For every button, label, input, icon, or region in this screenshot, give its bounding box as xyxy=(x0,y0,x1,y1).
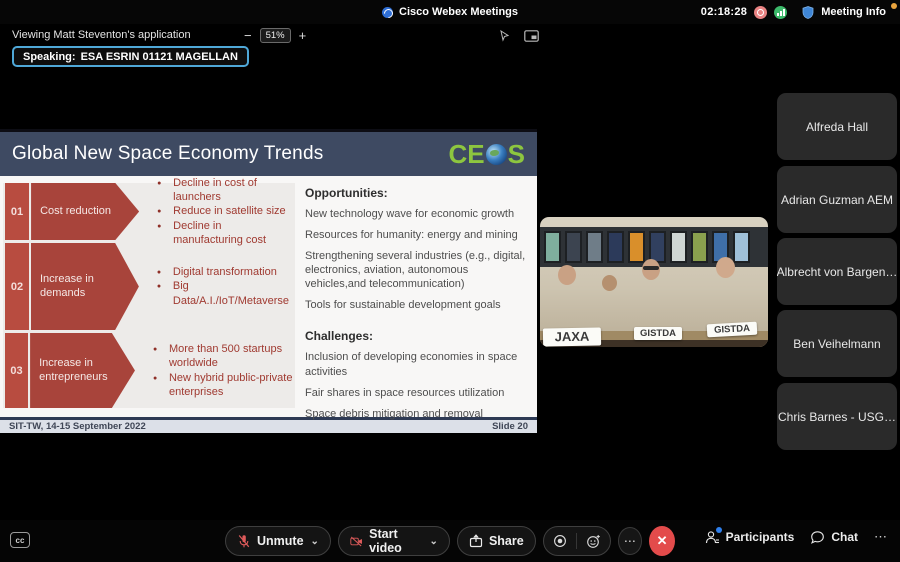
ceos-logo-s: S xyxy=(508,141,525,167)
slide-title: Global New Space Economy Trends xyxy=(12,143,323,165)
viewing-status-label: Viewing Matt Steventon's application xyxy=(12,29,191,41)
record-reactions-group xyxy=(543,526,611,556)
webex-logo-icon xyxy=(382,7,393,18)
challenges-heading: Challenges: xyxy=(305,329,527,343)
meeting-info-button[interactable]: Meeting Info xyxy=(821,6,886,18)
speaker-name: ESA ESRIN 01121 MAGELLAN xyxy=(81,51,238,63)
opportunity-item: Tools for sustainable development goals xyxy=(305,298,527,312)
speaking-label: Speaking: xyxy=(23,51,76,63)
meeting-timer: 02:18:28 xyxy=(701,6,747,18)
active-speaker-indicator: Speaking: ESA ESRIN 01121 MAGELLAN xyxy=(12,46,249,67)
row-number: 01 xyxy=(5,183,29,240)
challenge-item: Space debris mitigation and removal xyxy=(305,407,527,421)
zoom-out-button[interactable]: − xyxy=(244,28,252,43)
chat-icon xyxy=(810,530,825,545)
row-bullets: More than 500 startups worldwide New hyb… xyxy=(169,342,293,399)
opportunity-item: New technology wave for economic growth xyxy=(305,207,527,221)
participants-button[interactable]: Participants xyxy=(705,530,795,545)
slide-row-3: 03 Increase in entrepreneurs More than 5… xyxy=(5,333,293,408)
row-arrow-label: Increase in entrepreneurs xyxy=(30,333,135,408)
mic-off-icon xyxy=(237,534,251,549)
row-bullets: Decline in cost of launchers Reduce in s… xyxy=(173,176,293,247)
chevron-down-icon[interactable]: ⌄ xyxy=(430,536,438,547)
challenge-item: Inclusion of developing economies in spa… xyxy=(305,350,527,378)
row-number: 03 xyxy=(5,333,28,408)
chat-label: Chat xyxy=(831,530,858,544)
bullet-item: Decline in cost of launchers xyxy=(173,176,293,205)
camera-off-icon xyxy=(350,535,363,548)
name-plate: GISTDA xyxy=(707,322,758,338)
security-shield-icon xyxy=(802,6,814,19)
leave-meeting-button[interactable]: ✕ xyxy=(649,526,675,556)
slide-body: 01 Cost reduction Decline in cost of lau… xyxy=(0,176,537,417)
participant-tile[interactable]: Chris Barnes - USG… xyxy=(777,383,897,450)
row-number: 02 xyxy=(5,243,29,330)
share-content-icon xyxy=(469,534,483,548)
opportunity-item: Strengthening several industries (e.g., … xyxy=(305,249,527,291)
start-video-label: Start video xyxy=(369,527,422,555)
app-title: Cisco Webex Meetings xyxy=(382,0,518,24)
control-bar: cc Unmute ⌄ Start video ⌄ xyxy=(0,520,900,562)
bullet-item: Digital transformation xyxy=(173,265,293,279)
closed-captions-button[interactable]: cc xyxy=(10,532,30,548)
opportunity-item: Resources for humanity: energy and minin… xyxy=(305,228,527,242)
shared-screen-slide: Global New Space Economy Trends CE S 01 … xyxy=(0,129,537,433)
bullet-item: New hybrid public-private enterprises xyxy=(169,371,293,400)
name-plate: GISTDA xyxy=(634,327,682,340)
speaker-video-tile[interactable]: JAXA GISTDA GISTDA xyxy=(540,217,768,347)
slide-row-2: 02 Increase in demands Digital transform… xyxy=(5,243,293,330)
opportunities-heading: Opportunities: xyxy=(305,186,527,200)
participant-tile[interactable]: Alfreda Hall xyxy=(777,93,897,160)
zoom-controls: − 51% + xyxy=(244,28,306,43)
ceos-globe-icon xyxy=(486,144,507,165)
chevron-down-icon[interactable]: ⌄ xyxy=(311,536,319,547)
unmute-label: Unmute xyxy=(257,534,304,548)
slide-footer-left: SIT-TW, 14-15 September 2022 xyxy=(9,421,146,432)
overflow-menu-button[interactable]: ⋯ xyxy=(874,529,888,545)
top-bar: Cisco Webex Meetings 02:18:28 Meeting In… xyxy=(0,0,900,24)
record-icon[interactable] xyxy=(553,534,567,548)
row-arrow-label: Increase in demands xyxy=(31,243,139,330)
participant-tile[interactable]: Albrecht von Bargen… xyxy=(777,238,897,305)
participants-notification-dot xyxy=(716,527,722,533)
participant-tile[interactable]: Ben Veihelmann xyxy=(777,310,897,377)
slide-right-column: Opportunities: New technology wave for e… xyxy=(305,186,527,428)
picture-in-picture-icon[interactable] xyxy=(524,30,539,42)
zoom-level-value[interactable]: 51% xyxy=(260,28,291,43)
participant-tile[interactable]: Adrian Guzman AEM xyxy=(777,166,897,233)
status-dot xyxy=(891,3,897,9)
unmute-button[interactable]: Unmute ⌄ xyxy=(225,526,331,556)
share-label: Share xyxy=(489,534,524,548)
slide-header: Global New Space Economy Trends CE S xyxy=(0,132,537,176)
bullet-item: More than 500 startups worldwide xyxy=(169,342,293,371)
slide-row-1: 01 Cost reduction Decline in cost of lau… xyxy=(5,183,293,240)
pointer-icon[interactable] xyxy=(498,29,511,42)
participants-label: Participants xyxy=(726,530,795,544)
challenge-item: Fair shares in space resources utilizati… xyxy=(305,386,527,400)
ceos-logo-ce: CE xyxy=(449,141,485,167)
zoom-in-button[interactable]: + xyxy=(299,28,307,43)
more-options-button[interactable]: ⋯ xyxy=(618,527,642,555)
app-title-label: Cisco Webex Meetings xyxy=(399,6,518,18)
chat-button[interactable]: Chat xyxy=(810,530,858,545)
recording-indicator-icon[interactable] xyxy=(754,6,767,19)
share-button[interactable]: Share xyxy=(457,526,536,556)
reactions-icon[interactable] xyxy=(586,534,601,549)
row-bullets: Digital transformation Big Data/A.I./IoT… xyxy=(173,265,293,308)
row-arrow-label: Cost reduction xyxy=(31,183,139,240)
bullet-item: Reduce in satellite size xyxy=(173,204,293,218)
connection-quality-icon[interactable] xyxy=(774,6,787,19)
start-video-button[interactable]: Start video ⌄ xyxy=(338,526,450,556)
ceos-logo: CE S xyxy=(449,141,525,167)
name-plate: JAXA xyxy=(543,327,601,346)
bullet-item: Big Data/A.I./IoT/Metaverse xyxy=(173,279,293,308)
